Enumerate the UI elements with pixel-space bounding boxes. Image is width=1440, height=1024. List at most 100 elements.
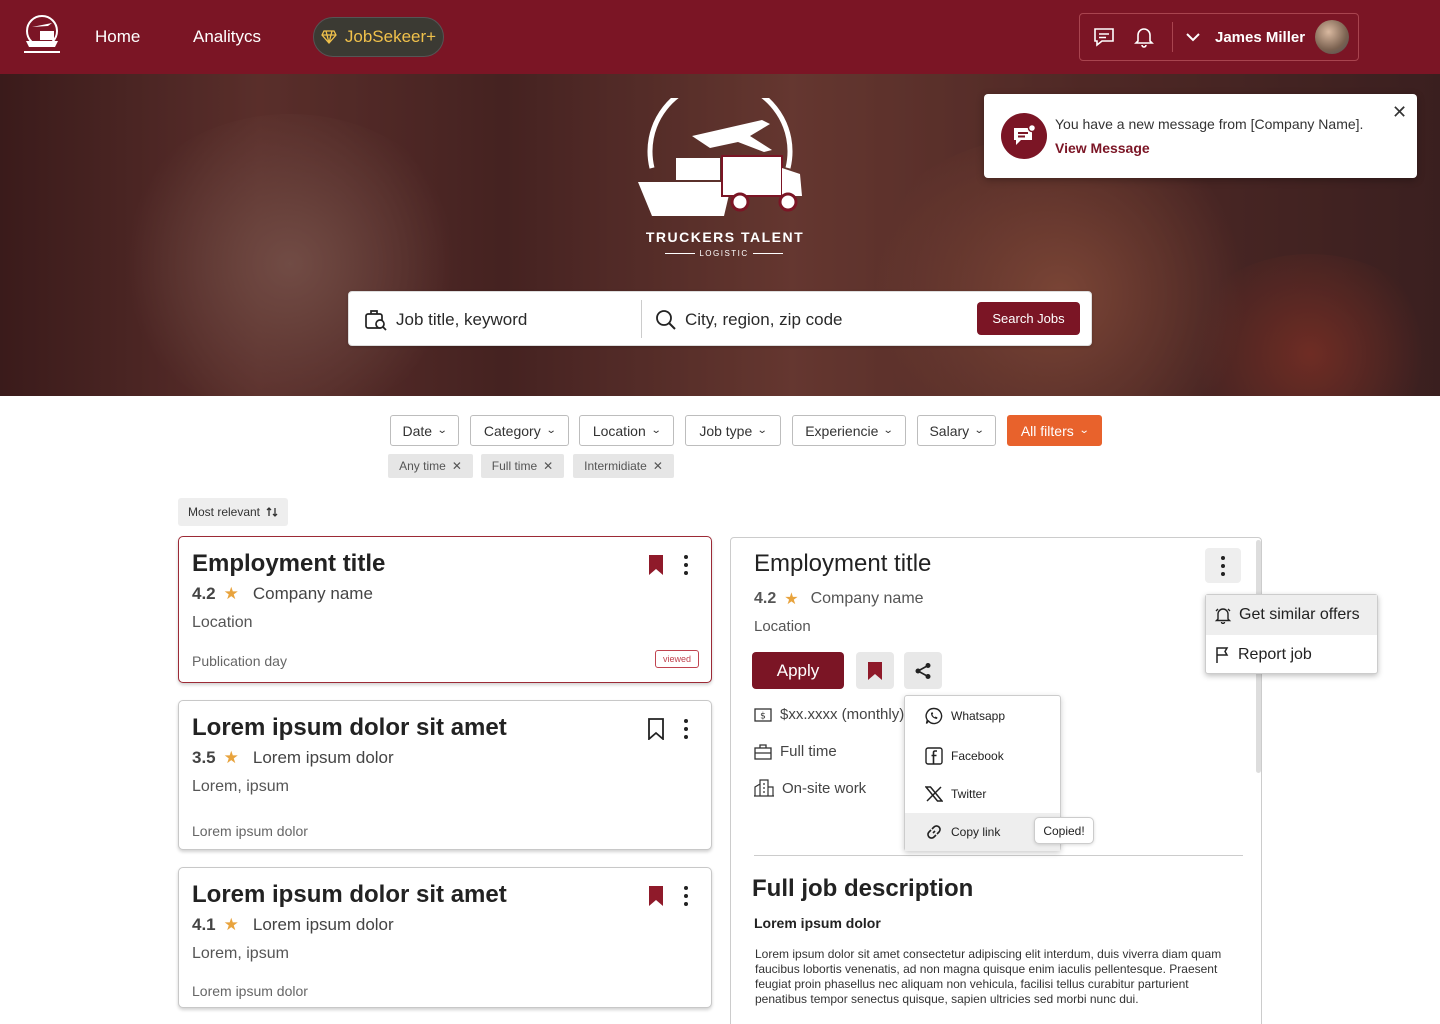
share-item-label: Facebook — [951, 749, 1004, 763]
message-notification: You have a new message from [Company Nam… — [984, 94, 1417, 178]
filter-label: Location — [592, 422, 646, 439]
bookmark-filled-icon[interactable] — [647, 885, 665, 907]
job-location: Location — [192, 614, 253, 631]
search-jobs-button[interactable]: Search Jobs — [977, 302, 1080, 335]
salary-text: $xx.xxxx (monthly) — [780, 706, 905, 723]
nav-analytics-link[interactable]: Analitycs — [193, 27, 261, 47]
job-card[interactable]: Employment title 4.2 ★ Company name Locati… — [178, 536, 712, 683]
building-icon — [754, 779, 774, 797]
user-name[interactable]: James Miller — [1215, 29, 1305, 46]
filter-job-type[interactable]: Job type ⌄ — [685, 415, 781, 446]
company-name: Lorem ipsum dolor — [252, 915, 394, 934]
job-card[interactable]: Lorem ipsum dolor sit amet 4.1 ★ Lorem ips… — [178, 867, 712, 1008]
active-filter-chip[interactable]: Any time ✕ — [388, 454, 473, 478]
star-icon: ★ — [223, 584, 239, 603]
filter-label: Experiencie — [805, 422, 879, 439]
close-icon[interactable]: ✕ — [653, 459, 663, 473]
share-whatsapp[interactable]: Whatsapp — [905, 697, 1060, 735]
close-icon[interactable]: ✕ — [1392, 102, 1407, 123]
more-options-icon[interactable] — [683, 718, 689, 740]
filter-label: Category — [483, 422, 541, 439]
job-card[interactable]: Lorem ipsum dolor sit amet 3.5 ★ Lorem ips… — [178, 700, 712, 850]
job-rating-row: 3.5 ★ Lorem ipsum dolor — [192, 748, 394, 768]
brand-name: TRUCKERS TALENT — [645, 229, 805, 245]
search-icon — [655, 309, 677, 331]
bookmark-filled-icon[interactable] — [856, 652, 894, 689]
chevron-down-icon: ⌄ — [1078, 425, 1090, 436]
sort-dropdown[interactable]: Most relevant — [178, 498, 288, 526]
star-icon: ★ — [784, 591, 799, 608]
flag-icon — [1215, 646, 1231, 664]
detail-rating-row: 4.2 ★ Company name — [754, 589, 924, 609]
job-description-text: Lorem ipsum dolor sit amet consectetur a… — [755, 947, 1222, 1006]
job-title: Employment title — [192, 550, 386, 577]
job-options-menu: Get similar offers Report job — [1205, 594, 1378, 674]
chevron-down-icon: ⌄ — [545, 425, 557, 436]
close-icon[interactable]: ✕ — [452, 459, 462, 473]
brand-tagline: LOGISTIC — [660, 249, 788, 258]
filter-date[interactable]: Date ⌄ — [390, 415, 459, 446]
job-description-heading: Full job description — [752, 875, 974, 902]
location-search-field[interactable]: City, region, zip code — [655, 292, 955, 347]
nav-home-link[interactable]: Home — [95, 27, 140, 47]
rating-value: 4.2 — [754, 590, 777, 607]
menu-item-label: Get similar offers — [1239, 606, 1360, 623]
chip-label: Intermidiate — [584, 459, 647, 473]
job-type-info: Full time — [754, 743, 837, 760]
chevron-down-icon: ⌄ — [973, 425, 985, 436]
job-rating-row: 4.2 ★ Company name — [192, 584, 373, 604]
share-item-label: Copy link — [951, 825, 1001, 839]
bookmark-outline-icon[interactable] — [647, 718, 665, 740]
company-name: Company name — [252, 584, 373, 603]
apply-button[interactable]: Apply — [752, 652, 844, 689]
filter-category[interactable]: Category ⌄ — [470, 415, 569, 446]
star-icon: ★ — [223, 748, 239, 767]
premium-jobseeker-button[interactable]: JobSekeer+ — [313, 17, 444, 57]
filter-salary[interactable]: Salary ⌄ — [917, 415, 996, 446]
view-message-link[interactable]: View Message — [1055, 140, 1150, 156]
job-location: Lorem, ipsum — [192, 945, 289, 962]
company-name: Lorem ipsum dolor — [252, 748, 394, 767]
chat-icon[interactable] — [1084, 13, 1124, 61]
get-similar-offers-item[interactable]: Get similar offers — [1206, 595, 1377, 635]
toolbar-divider — [1172, 22, 1173, 52]
chip-label: Full time — [491, 459, 538, 473]
brand-tagline-text: LOGISTIC — [699, 249, 749, 258]
notification-message: You have a new message from [Company Nam… — [1055, 116, 1364, 132]
close-icon[interactable]: ✕ — [543, 459, 553, 473]
bell-icon[interactable] — [1124, 13, 1164, 61]
chevron-down-icon: ⌄ — [757, 425, 768, 436]
message-icon — [1001, 113, 1047, 159]
chevron-down-icon: ⌄ — [883, 425, 895, 436]
top-navigation-bar: Home Analitycs JobSekeer+ James Miller — [0, 0, 1440, 74]
detail-job-title: Employment title — [754, 550, 932, 577]
money-icon: $ — [754, 707, 772, 722]
job-search-bar: Job title, keyword City, region, zip cod… — [348, 291, 1092, 346]
location-input[interactable]: City, region, zip code — [685, 310, 842, 330]
filter-experience[interactable]: Experiencie ⌄ — [792, 415, 906, 446]
truckers-talent-logo[interactable] — [18, 13, 66, 59]
share-icon[interactable] — [904, 652, 942, 689]
bookmark-filled-icon[interactable] — [647, 554, 665, 576]
filter-location[interactable]: Location ⌄ — [579, 415, 674, 446]
report-job-item[interactable]: Report job — [1206, 635, 1377, 675]
section-divider — [754, 855, 1243, 856]
x-twitter-icon — [925, 786, 943, 802]
more-options-icon[interactable] — [683, 885, 689, 907]
star-icon: ★ — [223, 915, 239, 934]
rating-value: 4.1 — [192, 915, 216, 934]
all-filters-button[interactable]: All filters ⌄ — [1007, 415, 1102, 446]
keyword-input[interactable]: Job title, keyword — [396, 310, 527, 330]
chevron-down-icon[interactable] — [1181, 13, 1205, 61]
viewed-badge: viewed — [655, 650, 699, 668]
keyword-search-field[interactable]: Job title, keyword — [364, 292, 634, 347]
share-twitter[interactable]: Twitter — [905, 775, 1060, 813]
rating-value: 4.2 — [192, 584, 216, 603]
active-filter-chip[interactable]: Full time ✕ — [481, 454, 564, 478]
bell-alert-icon — [1214, 606, 1232, 624]
avatar[interactable] — [1315, 20, 1350, 54]
more-options-icon[interactable] — [683, 554, 689, 576]
active-filter-chip[interactable]: Intermidiate ✕ — [573, 454, 674, 478]
share-facebook[interactable]: Facebook — [905, 737, 1060, 775]
more-options-icon[interactable] — [1205, 548, 1241, 583]
